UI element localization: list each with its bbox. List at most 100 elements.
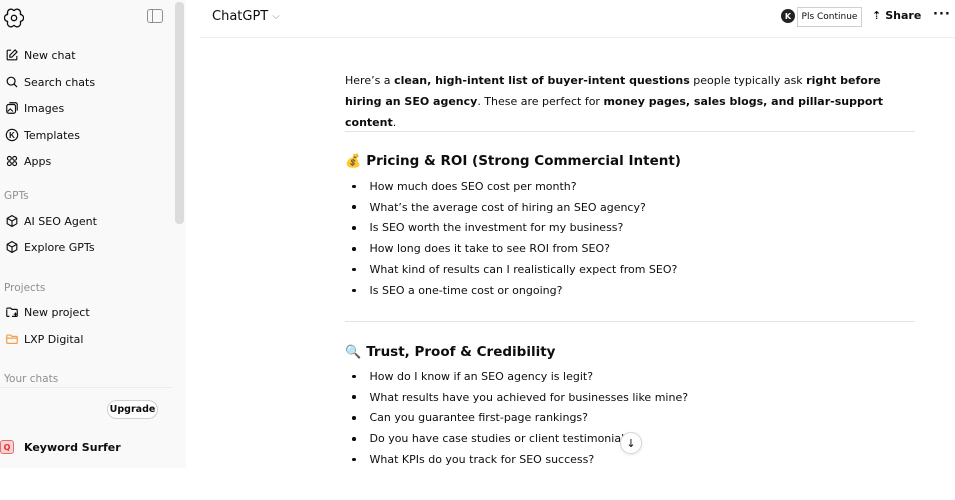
intro-text: people typically ask xyxy=(689,74,807,87)
money-bag-icon: 💰 xyxy=(345,153,362,169)
bullet-icon xyxy=(352,288,356,293)
k-circle-icon[interactable]: K xyxy=(781,9,795,23)
list-item-text: Is SEO a one-time cost or ongoing? xyxy=(369,283,563,297)
images-icon xyxy=(4,101,19,116)
intro-text: Here’s a xyxy=(345,74,395,87)
list-item-text: How do I know if an SEO agency is legit? xyxy=(369,369,594,383)
bullet-icon xyxy=(352,184,356,189)
list-item: Is SEO a one-time cost or ongoing? xyxy=(352,280,677,301)
sidebar-item-label: LXP Digital xyxy=(24,332,84,346)
magnifier-icon: 🔍 xyxy=(345,344,362,360)
section-title: 🔍 Trust, Proof & Credibility xyxy=(345,344,555,360)
sidebar-scrollbar[interactable] xyxy=(175,2,184,224)
header-divider xyxy=(200,37,955,38)
list-item: What KPIs do you track for SEO success? xyxy=(352,449,688,470)
projects-section-label: Projects xyxy=(4,282,46,294)
apps-grid-icon xyxy=(4,154,19,169)
sidebar-item-new-chat[interactable]: New chat xyxy=(4,45,76,65)
sidebar-item-apps[interactable]: Apps xyxy=(4,151,51,171)
intro-bold-text: clean, high-intent list of buyer-intent … xyxy=(394,74,690,87)
list-item: How much does SEO cost per month? xyxy=(352,176,677,197)
sidebar-item-new-project[interactable]: New project xyxy=(4,302,90,322)
bullet-icon xyxy=(352,437,356,441)
question-list: How do I know if an SEO agency is legit?… xyxy=(352,366,688,470)
bullet-icon xyxy=(352,395,356,399)
list-item: Can you guarantee first-page rankings? xyxy=(352,408,688,429)
list-item-text: How long does it take to see ROI from SE… xyxy=(369,242,610,256)
bullet-icon xyxy=(352,416,356,420)
sidebar-item-search-chats[interactable]: Search chats xyxy=(4,72,95,92)
sidebar-item-label: Apps xyxy=(24,154,52,168)
list-item: Is SEO worth the investment for my busin… xyxy=(352,218,677,239)
pls-continue-button[interactable]: Pls Continue xyxy=(797,7,862,27)
list-item-text: Is SEO worth the investment for my busin… xyxy=(369,221,624,235)
sidebar-item-explore-gpts[interactable]: Explore GPTs xyxy=(4,237,95,257)
list-item-text: What’s the average cost of hiring an SEO… xyxy=(369,200,646,214)
openai-logo-icon[interactable] xyxy=(4,8,24,28)
keyword-surfer-icon: Q xyxy=(0,440,14,454)
cube-icon xyxy=(4,240,19,255)
section-title-text: Pricing & ROI (Strong Commercial Intent) xyxy=(366,153,681,169)
bullet-icon xyxy=(352,247,356,251)
share-button[interactable]: ⇡ Share xyxy=(872,9,921,22)
sidebar-item-label: Images xyxy=(24,101,65,115)
question-list: How much does SEO cost per month? What’s… xyxy=(352,176,677,301)
model-selector[interactable]: ChatGPT ⌵ xyxy=(212,9,280,24)
cube-icon xyxy=(4,214,19,229)
folder-icon xyxy=(4,332,19,347)
share-label: Share xyxy=(885,9,922,22)
folder-plus-icon xyxy=(4,305,19,320)
upgrade-button[interactable]: Upgrade xyxy=(107,400,158,419)
section-divider xyxy=(345,131,915,132)
list-item-text: Can you guarantee first-page rankings? xyxy=(369,411,589,425)
bullet-icon xyxy=(352,457,356,462)
intro-text: . xyxy=(392,116,397,129)
svg-text:K: K xyxy=(9,131,15,140)
model-name-label: ChatGPT xyxy=(212,9,269,24)
list-item: What kind of results can I realistically… xyxy=(352,259,677,280)
sidebar-item-label: New project xyxy=(24,305,90,319)
list-item-text: What KPIs do you track for SEO success? xyxy=(369,453,595,467)
toggle-sidebar-icon[interactable] xyxy=(147,9,163,23)
sidebar-item-templates[interactable]: K Templates xyxy=(4,125,80,145)
intro-text: . These are perfect for xyxy=(477,95,604,108)
sidebar-item-label: New chat xyxy=(24,48,76,62)
list-item-text: Do you have case studies or client testi… xyxy=(369,432,636,446)
k-circle-icon: K xyxy=(4,128,19,143)
list-item-text: How much does SEO cost per month? xyxy=(369,179,577,193)
sidebar-divider xyxy=(0,387,172,388)
more-options-icon[interactable]: ··· xyxy=(933,7,951,22)
pencil-square-icon xyxy=(4,48,19,63)
bullet-icon xyxy=(352,267,356,272)
bullet-icon xyxy=(352,205,356,209)
intro-paragraph: Here’s a clean, high-intent list of buye… xyxy=(345,70,910,133)
sidebar-item-ai-seo-agent[interactable]: AI SEO Agent xyxy=(4,211,97,231)
sidebar-item-label: AI SEO Agent xyxy=(24,214,97,228)
sidebar-item-label: Search chats xyxy=(24,75,96,89)
list-item: How do I know if an SEO agency is legit? xyxy=(352,366,688,387)
list-item-text: What kind of results can I realistically… xyxy=(369,263,678,277)
section-title-text: Trust, Proof & Credibility xyxy=(366,344,556,360)
sidebar-item-label: Templates xyxy=(24,128,80,142)
sidebar-item-lxp-digital[interactable]: LXP Digital xyxy=(4,329,83,349)
sidebar-item-label: Explore GPTs xyxy=(24,240,95,254)
chevron-down-icon: ⌵ xyxy=(272,11,280,22)
section-divider xyxy=(345,321,915,322)
sidebar-item-images[interactable]: Images xyxy=(4,98,64,118)
bullet-icon xyxy=(352,374,356,379)
scroll-down-button[interactable]: ↓ xyxy=(620,432,642,454)
list-item: What results have you achieved for busin… xyxy=(352,387,688,408)
gpts-section-label: GPTs xyxy=(4,190,29,202)
share-icon: ⇡ xyxy=(872,9,882,22)
bullet-icon xyxy=(352,226,356,230)
search-icon xyxy=(4,75,19,90)
list-item-text: What results have you achieved for busin… xyxy=(369,390,689,404)
your-chats-section-label: Your chats xyxy=(4,373,59,385)
arrow-down-icon: ↓ xyxy=(626,436,636,450)
sidebar: New chat Search chats Images K Templates… xyxy=(0,0,186,468)
sidebar-item-keyword-surfer[interactable]: Q Keyword Surfer xyxy=(0,438,121,456)
list-item: How long does it take to see ROI from SE… xyxy=(352,238,677,259)
list-item: What’s the average cost of hiring an SEO… xyxy=(352,197,677,218)
sidebar-item-label: Keyword Surfer xyxy=(24,440,121,454)
section-title: 💰 Pricing & ROI (Strong Commercial Inten… xyxy=(345,153,681,169)
